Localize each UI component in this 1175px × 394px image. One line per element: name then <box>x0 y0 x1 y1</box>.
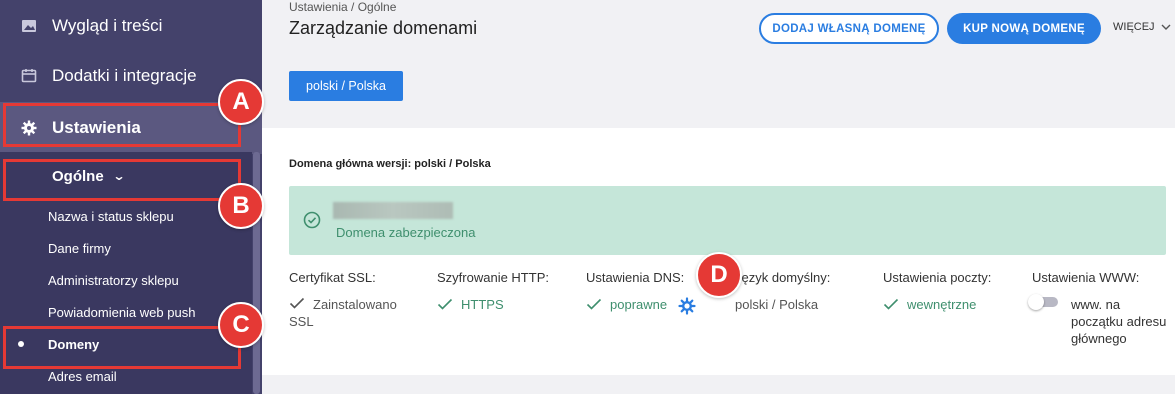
highlight-box-c <box>3 326 241 369</box>
buy-new-domain-button[interactable]: KUP NOWĄ DOMENĘ <box>947 13 1101 44</box>
ssl-certificate-value: Zainstalowano SSL <box>289 296 414 330</box>
more-label: WIĘCEJ <box>1113 21 1155 33</box>
submenu-item-label: Dane firmy <box>48 240 111 256</box>
check-icon <box>437 298 453 310</box>
http-encryption-value: HTTPS <box>437 296 504 313</box>
domain-status-box <box>289 186 1166 255</box>
submenu-item-label: Adres email <box>48 368 117 384</box>
check-circle-icon <box>303 211 321 229</box>
www-settings-label: Ustawienia WWW: <box>1032 270 1140 285</box>
callout-d: D <box>696 252 742 298</box>
dns-settings-label: Ustawienia DNS: <box>586 270 685 285</box>
ssl-certificate-label: Certyfikat SSL: <box>289 270 376 285</box>
sidebar-item-appearance[interactable]: Wygląd i treści <box>0 0 262 52</box>
more-menu-button[interactable]: WIĘCEJ <box>1113 21 1171 33</box>
domain-name-redacted <box>333 202 453 219</box>
check-icon <box>883 298 899 310</box>
submenu-item-store-name[interactable]: Nazwa i status sklepu <box>0 200 252 232</box>
callout-b: B <box>218 183 264 229</box>
dns-settings-gear-icon[interactable] <box>678 297 696 315</box>
domain-secured-status: Domena zabezpieczona <box>336 225 476 240</box>
highlight-box-a <box>3 103 241 147</box>
submenu-item-web-push[interactable]: Powiadomienia web push <box>0 296 252 328</box>
toggle-knob <box>1028 294 1044 310</box>
language-tab[interactable]: polski / Polska <box>289 71 403 101</box>
http-encryption-text: HTTPS <box>461 297 504 312</box>
domain-heading: Domena główna wersji: polski / Polska <box>289 158 491 170</box>
sidebar-item-label: Dodatki i integracje <box>52 66 197 85</box>
submenu-item-administrators[interactable]: Administratorzy sklepu <box>0 264 252 296</box>
check-icon <box>289 297 305 309</box>
calendar-icon <box>20 67 38 85</box>
highlight-box-b <box>3 159 241 201</box>
callout-a: A <box>218 79 264 125</box>
submenu-item-company-data[interactable]: Dane firmy <box>0 232 252 264</box>
mail-settings-label: Ustawienia poczty: <box>883 270 992 285</box>
www-prefix-toggle[interactable] <box>1028 294 1058 310</box>
check-icon <box>586 298 602 310</box>
image-icon <box>20 17 38 35</box>
mail-settings-text: wewnętrzne <box>907 297 977 312</box>
callout-c: C <box>218 302 264 348</box>
dns-settings-value: poprawne <box>586 296 667 313</box>
dns-settings-text: poprawne <box>610 297 668 312</box>
default-language-value: polski / Polska <box>735 296 818 313</box>
mail-settings-value: wewnętrzne <box>883 296 976 313</box>
submenu-item-label: Powiadomienia web push <box>48 304 196 320</box>
submenu-item-label: Administratorzy sklepu <box>48 272 179 288</box>
chevron-down-icon <box>1161 22 1171 33</box>
submenu-item-label: Nazwa i status sklepu <box>48 208 174 224</box>
default-language-label: Język domyślny: <box>735 270 831 285</box>
breadcrumb[interactable]: Ustawienia / Ogólne <box>289 0 396 14</box>
page-title: Zarządzanie domenami <box>289 18 478 38</box>
sidebar-item-label: Wygląd i treści <box>52 16 163 35</box>
ssl-certificate-text: Zainstalowano SSL <box>289 297 397 329</box>
www-settings-value: www. na początku adresu głównego <box>1071 297 1167 346</box>
add-own-domain-button[interactable]: DODAJ WŁASNĄ DOMENĘ <box>759 13 939 44</box>
default-language-text: polski / Polska <box>735 297 819 312</box>
http-encryption-label: Szyfrowanie HTTP: <box>437 270 549 285</box>
